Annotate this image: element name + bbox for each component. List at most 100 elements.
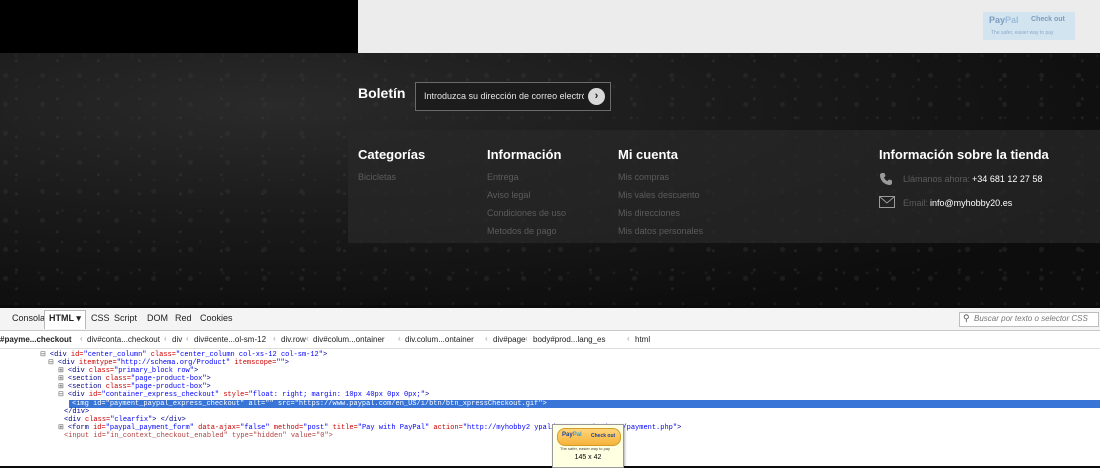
- expand-toggle-icon[interactable]: ⊞: [58, 375, 64, 383]
- code-token: <img: [72, 400, 94, 408]
- code-token: class=: [88, 367, 115, 375]
- chevron-left-icon: ‹: [80, 334, 83, 343]
- newsletter-submit-button[interactable]: ›: [588, 88, 605, 105]
- breadcrumb-item[interactable]: html: [635, 335, 650, 344]
- selected-code-line[interactable]: <img id="payment_paypal_express_checkout…: [69, 400, 1100, 408]
- code-token: id=: [93, 424, 106, 432]
- tab-css[interactable]: CSS: [91, 313, 110, 323]
- code-token: "container_express_checkout": [101, 391, 220, 399]
- code-line[interactable]: ⊞ <section class="page-product-box">: [58, 375, 211, 383]
- footer-link-mis-compras[interactable]: Mis compras: [618, 172, 703, 182]
- breadcrumb-item[interactable]: div.row: [281, 335, 306, 344]
- code-token: "center_column": [83, 351, 147, 359]
- code-token: "false": [240, 424, 270, 432]
- collapse-toggle-icon[interactable]: ⊟: [58, 391, 64, 399]
- code-token: title=: [328, 424, 358, 432]
- code-token: alt=: [244, 400, 266, 408]
- paypal-logo: PayPal: [562, 432, 582, 438]
- code-token: <div: [64, 416, 86, 424]
- paypal-checkout-preview: PayPal Check out: [557, 428, 621, 446]
- code-line[interactable]: ⊞ <div class="primary_block row">: [58, 367, 198, 375]
- code-token: "paypal_payment_form": [105, 424, 194, 432]
- chevron-left-icon: ‹: [273, 334, 276, 343]
- code-token: >: [424, 391, 430, 399]
- code-line[interactable]: ⊞ <section class="page-product-box">: [58, 383, 211, 391]
- breadcrumb-item[interactable]: div#conta...checkout: [87, 335, 160, 344]
- tab-script[interactable]: Script: [114, 313, 137, 323]
- footer-link-entrega[interactable]: Entrega: [487, 172, 566, 182]
- envelope-icon: [879, 196, 895, 210]
- code-token: >: [206, 375, 211, 383]
- footer-link-mis-direcciones[interactable]: Mis direcciones: [618, 208, 703, 218]
- code-token: "Pay with PayPal": [357, 424, 430, 432]
- code-line[interactable]: </div>: [64, 408, 89, 416]
- code-token: "": [265, 400, 274, 408]
- footer-link-condiciones[interactable]: Condiciones de uso: [487, 208, 566, 218]
- breadcrumb-item[interactable]: div: [172, 335, 182, 344]
- code-token: "page-product-box": [130, 375, 207, 383]
- code-token: method=: [269, 424, 304, 432]
- phone-icon: [879, 172, 893, 186]
- tab-cookies[interactable]: Cookies: [200, 313, 233, 323]
- footer-information-title: Información: [487, 147, 562, 162]
- code-token: "clearfix": [110, 416, 153, 424]
- code-token: class=: [105, 375, 131, 383]
- code-token: id=: [70, 351, 84, 359]
- paypal-logo: PayPal: [989, 15, 1019, 25]
- expand-toggle-icon[interactable]: ⊞: [58, 383, 64, 391]
- code-token: <div: [49, 351, 71, 359]
- devtools-panel: Consola HTML ▾ CSS Script DOM Red Cookie…: [0, 308, 1100, 468]
- code-line[interactable]: ⊟ <div id="container_express_checkout" st…: [58, 391, 429, 399]
- code-token: >: [322, 351, 328, 359]
- tab-red[interactable]: Red: [175, 313, 192, 323]
- code-token: style=: [219, 391, 249, 399]
- code-token: itemtype=: [78, 359, 117, 367]
- store-phone-value[interactable]: +34 681 12 27 58: [972, 174, 1042, 184]
- breadcrumb-item[interactable]: #payme...checkout: [0, 335, 72, 344]
- chevron-left-icon: ‹: [485, 334, 488, 343]
- css-search-input[interactable]: ⚲ Buscar por texto o selector CSS: [959, 312, 1099, 327]
- footer-link-bicicletas[interactable]: Bicicletas: [358, 172, 425, 182]
- left-dark-area: [0, 0, 358, 53]
- breadcrumb-item[interactable]: div.colum...ontainer: [405, 335, 474, 344]
- collapse-toggle-icon[interactable]: ⊟: [40, 351, 46, 359]
- code-token: itemscope=: [230, 359, 277, 367]
- image-size-readout: 145 x 42: [574, 454, 602, 461]
- footer-link-mis-vales[interactable]: Mis vales descuento: [618, 190, 703, 200]
- code-line[interactable]: ⊟ <div itemtype="http://schema.org/Produc…: [48, 359, 289, 367]
- chevron-left-icon: ‹: [525, 334, 528, 343]
- code-token: "http://schema.org/Product": [116, 359, 231, 367]
- store-email-value[interactable]: info@myhobby20.es: [930, 198, 1012, 208]
- breadcrumb-item[interactable]: div#colum...ontainer: [313, 335, 385, 344]
- store-phone-label: Llámanos ahora:: [903, 174, 971, 184]
- code-line[interactable]: <input id="in_context_checkout_enabled" …: [64, 432, 333, 440]
- breadcrumb-item[interactable]: div#cente...ol-sm-12: [194, 335, 266, 344]
- website-viewport: PayPal Check out The safer, easier way t…: [0, 0, 1100, 305]
- footer-categories-title: Categorías: [358, 147, 426, 162]
- expand-toggle-icon[interactable]: ⊞: [58, 424, 64, 432]
- code-token: class=: [85, 416, 111, 424]
- footer-link-mis-datos[interactable]: Mis datos personales: [618, 226, 703, 236]
- breadcrumb-item[interactable]: div#page: [493, 335, 525, 344]
- code-line[interactable]: ⊟ <div id="center_column" class="center_c…: [40, 351, 327, 359]
- tab-dom[interactable]: DOM: [147, 313, 168, 323]
- code-token: >: [677, 424, 682, 432]
- footer-link-aviso-legal[interactable]: Aviso legal: [487, 190, 566, 200]
- chevron-left-icon: ‹: [398, 334, 401, 343]
- code-token: id=: [88, 391, 102, 399]
- chevron-left-icon: ‹: [627, 334, 630, 343]
- code-token: <section: [67, 375, 106, 383]
- store-email-row: Email: info@myhobby20.es: [879, 196, 1049, 210]
- code-token: class=: [105, 383, 131, 391]
- code-token: <section: [67, 383, 106, 391]
- breadcrumb-item[interactable]: body#prod...lang_es: [533, 335, 606, 344]
- footer-link-metodos-pago[interactable]: Metodos de pago: [487, 226, 566, 236]
- collapse-toggle-icon[interactable]: ⊟: [48, 359, 54, 367]
- paypal-checkout-badge[interactable]: PayPal Check out The safer, easier way t…: [983, 12, 1075, 40]
- footer-information: Información Entrega Aviso legal Condicio…: [487, 147, 566, 244]
- tab-consola[interactable]: Consola: [12, 313, 45, 323]
- code-line[interactable]: <div class="clearfix"> </div>: [64, 416, 186, 424]
- tab-html[interactable]: HTML ▾: [44, 310, 86, 329]
- expand-toggle-icon[interactable]: ⊞: [58, 367, 64, 375]
- newsletter-email-input[interactable]: Introduzca su dirección de correo electr…: [415, 82, 611, 111]
